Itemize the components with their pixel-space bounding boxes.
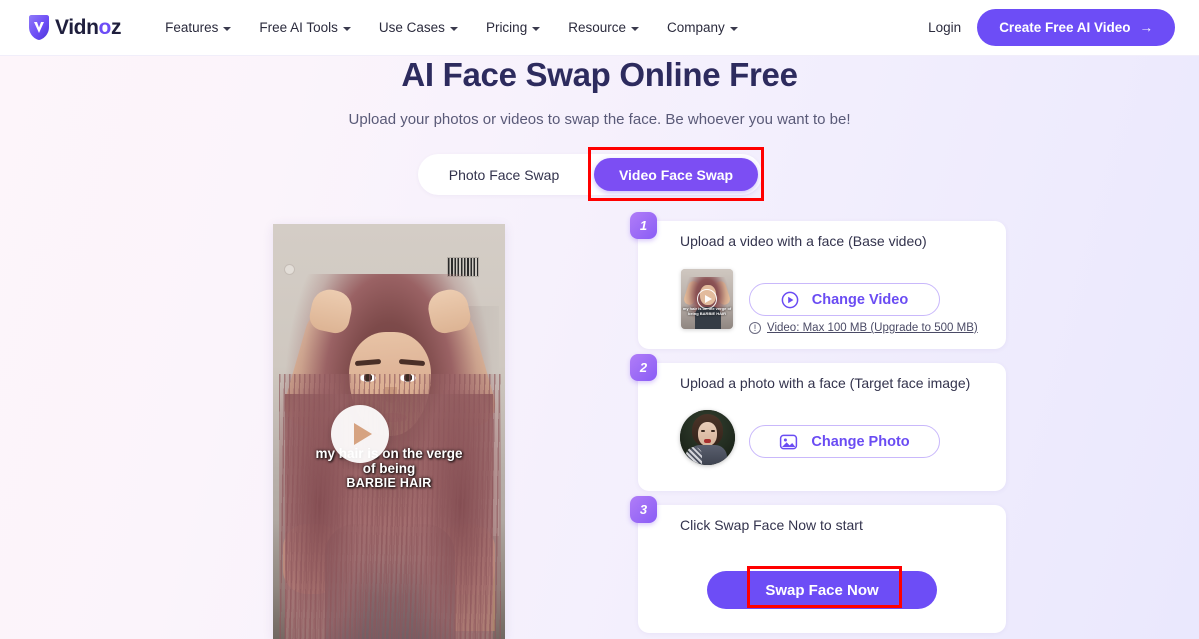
step-badge-1: 1 bbox=[630, 212, 657, 239]
swap-face-now-button[interactable]: Swap Face Now bbox=[707, 571, 937, 609]
chevron-down-icon bbox=[729, 26, 738, 31]
tab-photo-face-swap[interactable]: Photo Face Swap bbox=[422, 158, 586, 191]
create-free-ai-video-button[interactable]: Create Free AI Video → bbox=[977, 9, 1175, 46]
step-badge-3: 3 bbox=[630, 496, 657, 523]
video-size-hint[interactable]: ! Video: Max 100 MB (Upgrade to 500 MB) bbox=[749, 322, 978, 334]
preview-front-hair bbox=[279, 374, 501, 639]
nav-item-resource[interactable]: Resource bbox=[554, 14, 653, 41]
page-root: Vidnoz Features Free AI Tools Use Cases … bbox=[0, 0, 1199, 639]
vidnoz-logo-icon bbox=[26, 14, 52, 41]
login-link[interactable]: Login bbox=[928, 20, 961, 35]
top-navigation-bar: Vidnoz Features Free AI Tools Use Cases … bbox=[0, 0, 1199, 56]
step-badge-2: 2 bbox=[630, 354, 657, 381]
step-2-title: Upload a photo with a face (Target face … bbox=[680, 375, 971, 391]
nav-right-group: Login Create Free AI Video → bbox=[928, 9, 1175, 46]
video-preview-player[interactable]: my hair is on the verge of being BARBIE … bbox=[273, 224, 505, 639]
caption-line-2: of being bbox=[362, 461, 416, 476]
chevron-down-icon bbox=[223, 26, 232, 31]
change-video-button[interactable]: Change Video bbox=[749, 283, 940, 316]
step-3-title: Click Swap Face Now to start bbox=[680, 517, 863, 533]
play-circle-icon bbox=[781, 291, 799, 309]
nav-item-label: Company bbox=[666, 20, 725, 35]
target-face-thumbnail[interactable] bbox=[680, 410, 735, 465]
nav-item-label: Features bbox=[165, 20, 219, 35]
nav-item-label: Free AI Tools bbox=[259, 20, 338, 35]
face-swap-mode-toggle: Photo Face Swap Video Face Swap bbox=[418, 154, 762, 195]
chevron-down-icon bbox=[532, 26, 541, 31]
photo-thumb-eye-right bbox=[711, 430, 715, 432]
nav-item-label: Use Cases bbox=[378, 20, 445, 35]
change-photo-label: Change Photo bbox=[811, 433, 910, 450]
arrow-right-icon: → bbox=[1139, 20, 1154, 35]
tab-video-face-swap[interactable]: Video Face Swap bbox=[594, 158, 758, 191]
caption-line-3: BARBIE HAIR bbox=[346, 476, 432, 490]
logo-wordmark: Vidnoz bbox=[55, 15, 122, 39]
nav-item-company[interactable]: Company bbox=[653, 14, 752, 41]
nav-item-pricing[interactable]: Pricing bbox=[472, 14, 554, 41]
nav-item-label: Resource bbox=[568, 20, 626, 35]
nav-item-use-cases[interactable]: Use Cases bbox=[365, 14, 472, 41]
photo-thumb-lips bbox=[704, 439, 711, 443]
chevron-down-icon bbox=[449, 26, 458, 31]
play-triangle-icon bbox=[353, 423, 372, 445]
page-subtitle: Upload your photos or videos to swap the… bbox=[348, 111, 851, 128]
caption-line-1: my hair is on the verge bbox=[315, 446, 463, 461]
preview-caption: my hair is on the verge of being BARBIE … bbox=[273, 446, 505, 491]
nav-item-features[interactable]: Features bbox=[151, 14, 245, 41]
chevron-down-icon bbox=[342, 26, 351, 31]
thumb-caption: my hair is on the verge of being BARBIE … bbox=[682, 306, 732, 316]
info-icon: ! bbox=[749, 322, 761, 334]
photo-thumb-eye-left bbox=[701, 430, 705, 432]
nav-item-label: Pricing bbox=[485, 20, 528, 35]
photo-thumb-lace bbox=[686, 447, 702, 465]
base-video-thumbnail[interactable]: my hair is on the verge of being BARBIE … bbox=[681, 269, 733, 329]
vidnoz-logo[interactable]: Vidnoz bbox=[26, 14, 121, 41]
step-1-title: Upload a video with a face (Base video) bbox=[680, 233, 927, 249]
change-photo-button[interactable]: Change Photo bbox=[749, 425, 940, 458]
step-panel-3: 3 Click Swap Face Now to start Swap Face… bbox=[630, 496, 1006, 633]
change-video-label: Change Video bbox=[811, 291, 909, 308]
play-button[interactable] bbox=[331, 405, 389, 463]
hero-section bbox=[0, 56, 1199, 639]
chevron-down-icon bbox=[630, 26, 639, 31]
nav-links: Features Free AI Tools Use Cases Pricing… bbox=[151, 14, 752, 41]
cta-label: Create Free AI Video bbox=[999, 20, 1131, 35]
step-panel-1: 1 Upload a video with a face (Base video… bbox=[630, 212, 1006, 349]
video-size-hint-text: Video: Max 100 MB (Upgrade to 500 MB) bbox=[767, 322, 978, 334]
nav-item-free-ai-tools[interactable]: Free AI Tools bbox=[245, 14, 365, 41]
image-icon bbox=[779, 433, 798, 451]
page-title: AI Face Swap Online Free bbox=[401, 56, 798, 93]
